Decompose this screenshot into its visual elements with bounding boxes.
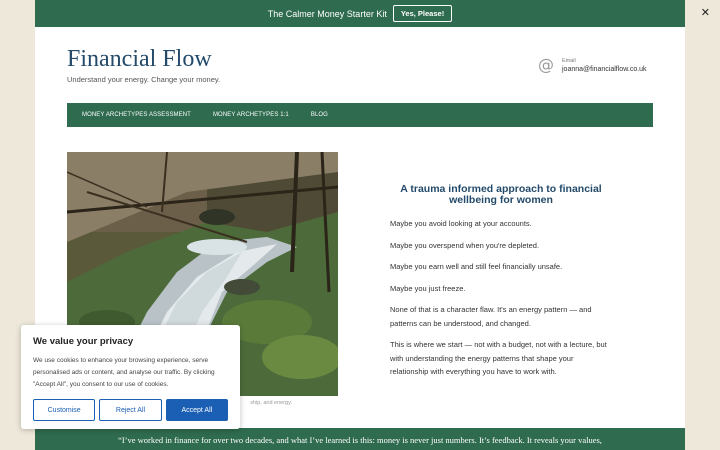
section-heading: A trauma informed approach to financial … <box>400 183 602 206</box>
intro-paragraph: Maybe you just freeze. <box>390 283 466 293</box>
cookie-title: We value your privacy <box>33 336 134 347</box>
site-tagline: Understand your energy. Change your mone… <box>67 75 221 84</box>
testimonial-quote: “I’ve worked in finance for over two dec… <box>35 428 685 450</box>
nav-item-money-archetypes-assessment[interactable]: MONEY ARCHETYPES ASSESSMENT <box>82 112 191 118</box>
intro-paragraph: None of that is a character flaw. It's a… <box>390 305 592 328</box>
customise-button[interactable]: Customise <box>33 399 96 421</box>
intro-paragraph: This is where we start — not with a budg… <box>390 340 607 376</box>
intro-section: A trauma informed approach to financial … <box>390 184 612 379</box>
at-sign-icon: @ <box>538 55 554 74</box>
intro-paragraph: Maybe you avoid looking at your accounts… <box>390 219 532 228</box>
nav-item-money-archetypes-1-1[interactable]: MONEY ARCHETYPES 1:1 <box>213 112 289 118</box>
cookie-text: We use cookies to enhance your browsing … <box>33 357 215 388</box>
close-icon[interactable]: ✕ <box>701 6 710 19</box>
intro-paragraph: Maybe you overspend when you're depleted… <box>390 240 540 250</box>
site-title[interactable]: Financial Flow <box>67 46 212 73</box>
nav-item-blog[interactable]: BLOG <box>311 112 328 118</box>
intro-paragraph: Maybe you earn well and still feel finan… <box>390 262 563 271</box>
announcement-bar: The Calmer Money Starter Kit Yes, Please… <box>35 0 685 27</box>
reject-all-button[interactable]: Reject All <box>99 399 162 421</box>
accept-all-button[interactable]: Accept All <box>165 399 228 421</box>
email-address[interactable]: joanna@financialflow.co.uk <box>562 66 647 73</box>
cookie-consent-banner: We value your privacy We use cookies to … <box>21 325 240 429</box>
main-nav: MONEY ARCHETYPES ASSESSMENT MONEY ARCHET… <box>67 103 653 127</box>
contact-email-block: @ Email joanna@financialflow.co.uk <box>538 57 647 73</box>
announcement-text: The Calmer Money Starter Kit <box>267 8 387 19</box>
email-label: Email <box>562 57 576 64</box>
yes-please-button[interactable]: Yes, Please! <box>392 5 453 22</box>
